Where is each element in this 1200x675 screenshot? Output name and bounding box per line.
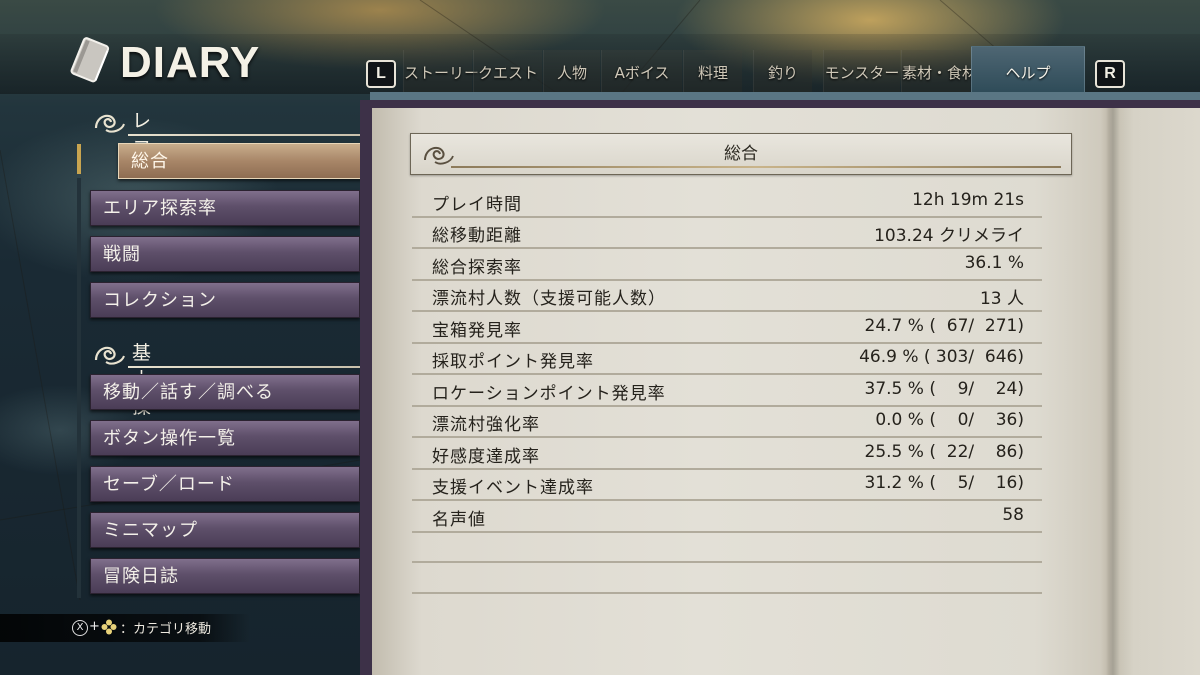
ornament-icon [94, 346, 125, 365]
tab-quest[interactable]: クエスト [473, 50, 542, 94]
stat-label: 好感度達成率 [432, 447, 540, 467]
diary-book-icon [70, 37, 110, 83]
l-shoulder-button[interactable]: L [366, 60, 396, 88]
stat-label: ロケーションポイント発見率 [432, 384, 666, 404]
menu-item-label: 冒険日誌 [103, 566, 179, 587]
stat-value: 12h 19m 21s [912, 190, 1024, 210]
stat-row: 漂流村強化率 0.0 % ( 0/ 36) [412, 406, 1042, 438]
stat-label: 採取ポイント発見率 [432, 352, 594, 372]
tab-monsters[interactable]: モンスター [823, 50, 900, 94]
tab-materials[interactable]: 素材・食材 [901, 50, 977, 94]
page-fold [1106, 108, 1120, 675]
menu-item-overall[interactable]: 総合 [118, 143, 386, 179]
stat-label: 総移動距離 [432, 226, 522, 246]
content-header-rule [451, 166, 1061, 168]
menu-item-minimap[interactable]: ミニマップ [90, 512, 360, 548]
menu-item-move-talk-examine[interactable]: 移動／話す／調べる [90, 374, 360, 410]
stat-row: 支援イベント達成率 31.2 % ( 5/ 16) [412, 469, 1042, 501]
stat-value: 25.5 % ( 22/ 86) [864, 442, 1025, 462]
tab-underline [370, 92, 1200, 100]
page-title: DIARY [120, 38, 261, 87]
tab-characters[interactable]: 人物 [543, 50, 600, 94]
stat-value: 37.5 % ( 9/ 24) [864, 379, 1024, 399]
stat-value: 0.0 % ( 0/ 36) [875, 410, 1024, 430]
stat-value: 13 人 [979, 289, 1024, 309]
menu-item-label: ボタン操作一覧 [103, 428, 236, 449]
stat-label: 宝箱発見率 [432, 321, 522, 341]
hint-text: ：カテゴリ移動 [120, 622, 212, 637]
tab-fishing[interactable]: 釣り [753, 50, 812, 94]
stat-value: 24.7 % ( 67/ 271) [864, 316, 1025, 336]
stat-value: 36.1 % [964, 253, 1024, 273]
menu-item-label: セーブ／ロード [103, 474, 235, 495]
stat-label: プレイ時間 [432, 195, 522, 215]
stat-row: 総移動距離 103.24 クリメライ [412, 217, 1042, 249]
stat-label: 支援イベント達成率 [432, 478, 594, 498]
x-button-icon: X [72, 620, 88, 636]
stat-row: ロケーションポイント発見率 37.5 % ( 9/ 24) [412, 375, 1042, 407]
stat-row: 好感度達成率 25.5 % ( 22/ 86) [412, 438, 1042, 470]
stat-row: 宝箱発見率 24.7 % ( 67/ 271) [412, 312, 1042, 344]
content-title: 総合 [724, 144, 758, 164]
menu-item-label: ミニマップ [103, 520, 198, 541]
stat-value: 46.9 % ( 303/ 646) [859, 347, 1024, 367]
stat-row: 総合探索率 36.1 % [412, 249, 1042, 281]
stat-value: 103.24 クリメライ [874, 226, 1024, 246]
menu-item-adventure-log[interactable]: 冒険日誌 [90, 558, 360, 594]
dpad-icon [101, 619, 117, 635]
stat-label: 漂流村強化率 [432, 415, 540, 435]
selection-marker [77, 144, 81, 174]
stat-value: 31.2 % ( 5/ 16) [864, 473, 1024, 493]
hint-plus: + [89, 619, 100, 634]
menu-item-label: 戦闘 [103, 244, 141, 265]
stat-row: 漂流村人数（支援可能人数） 13 人 [412, 280, 1042, 312]
menu-item-label: エリア探索率 [103, 198, 217, 219]
empty-row-divider [412, 592, 1042, 594]
stat-row: 採取ポイント発見率 46.9 % ( 303/ 646) [412, 343, 1042, 375]
menu-item-area-exploration[interactable]: エリア探索率 [90, 190, 360, 226]
stat-value: 58 [1002, 505, 1024, 525]
tab-cooking[interactable]: 料理 [683, 50, 742, 94]
empty-row-divider [412, 561, 1042, 563]
menu-item-battle[interactable]: 戦闘 [90, 236, 360, 272]
menu-item-label: 総合 [131, 151, 169, 172]
stat-label: 総合探索率 [432, 258, 522, 278]
tab-a-voice[interactable]: Aボイス [601, 50, 682, 94]
menu-item-collection[interactable]: コレクション [90, 282, 360, 318]
menu-item-button-list[interactable]: ボタン操作一覧 [90, 420, 360, 456]
menu-item-save-load[interactable]: セーブ／ロード [90, 466, 360, 502]
tab-story[interactable]: ストーリー [403, 50, 479, 94]
stat-label: 漂流村人数（支援可能人数） [432, 289, 666, 309]
content-header: 総合 [410, 133, 1072, 175]
menu-item-label: コレクション [103, 290, 217, 311]
menu-scroll-track[interactable] [77, 178, 81, 598]
menu-item-label: 移動／話す／調べる [103, 382, 274, 403]
ornament-icon [94, 114, 125, 133]
stat-label: 名声値 [432, 510, 486, 530]
r-shoulder-button[interactable]: R [1095, 60, 1125, 88]
stat-row: 名声値 58 [412, 501, 1042, 533]
tab-help[interactable]: ヘルプ [971, 46, 1085, 96]
stat-row: プレイ時間 12h 19m 21s [412, 186, 1042, 218]
